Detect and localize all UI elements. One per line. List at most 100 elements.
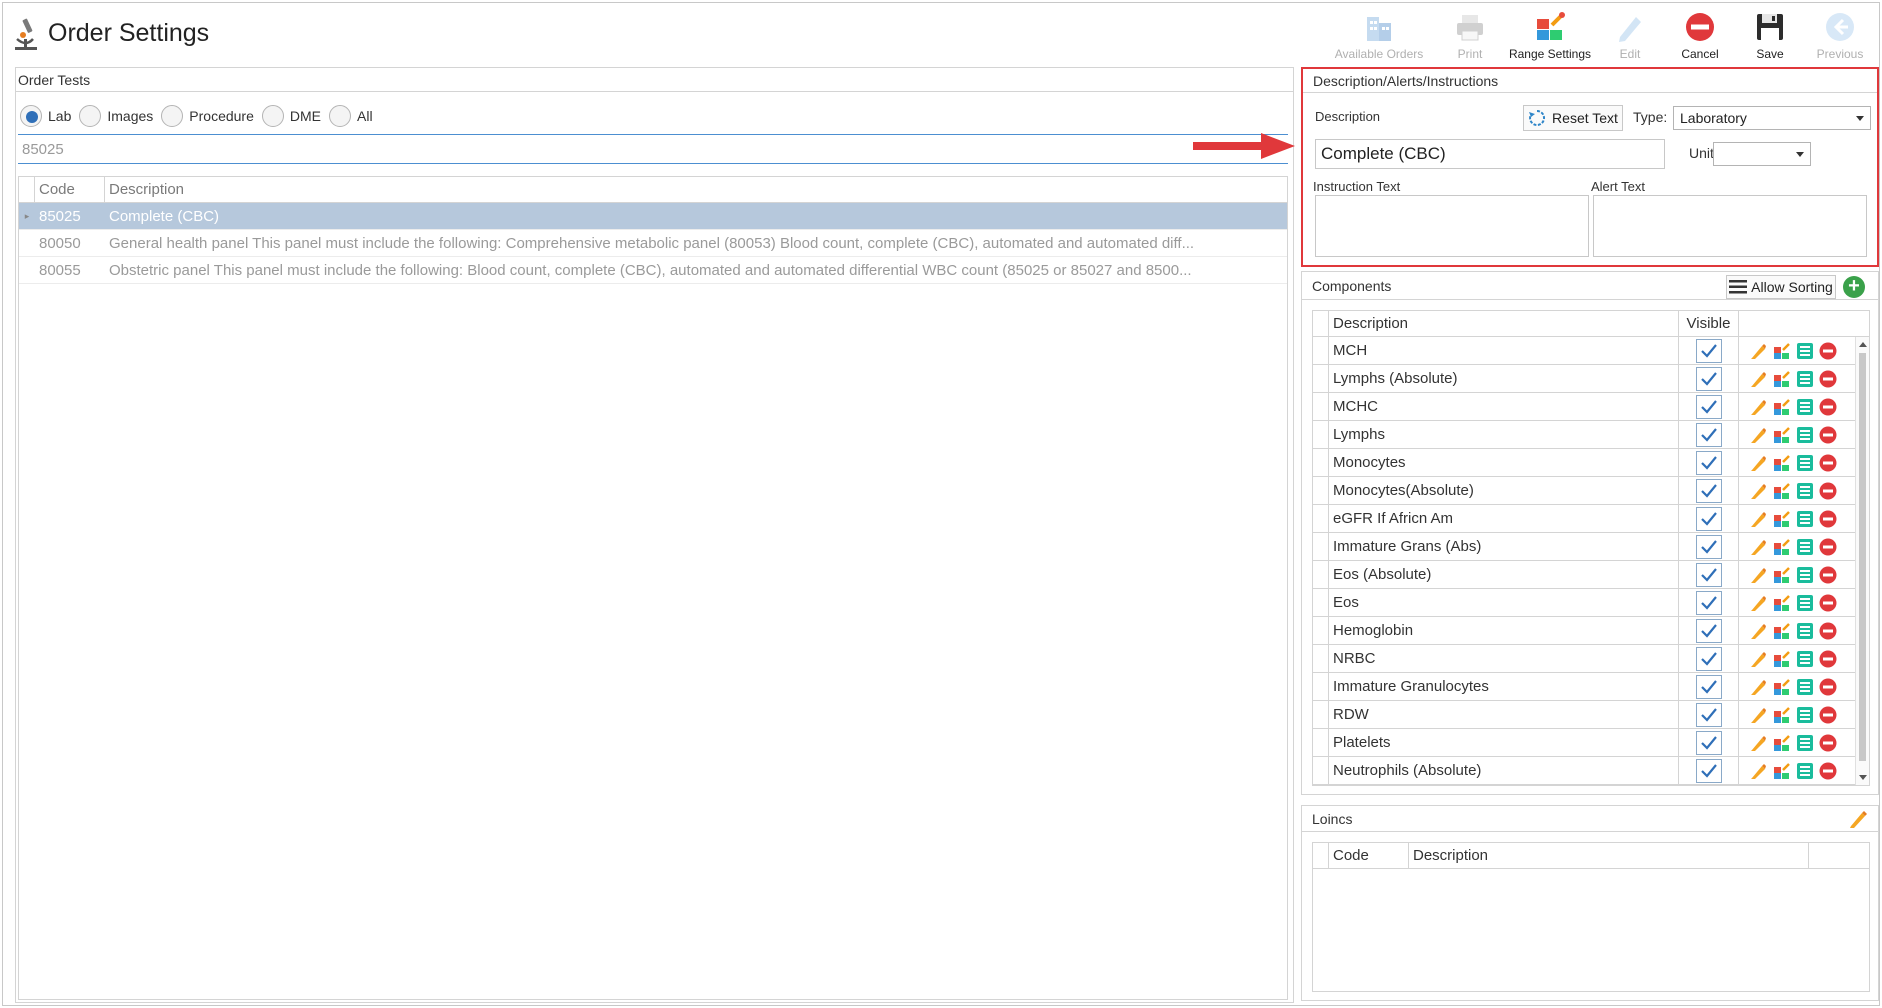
- checklist-icon[interactable]: [1795, 509, 1815, 529]
- edit-button[interactable]: Edit: [1595, 7, 1665, 63]
- checklist-icon[interactable]: [1795, 341, 1815, 361]
- visible-checkbox[interactable]: [1695, 506, 1722, 531]
- remove-icon[interactable]: [1818, 425, 1838, 445]
- radio-procedure[interactable]: Procedure: [161, 105, 254, 127]
- radio-dme[interactable]: DME: [261, 105, 321, 127]
- checklist-icon[interactable]: [1795, 761, 1815, 781]
- checklist-icon[interactable]: [1795, 537, 1815, 557]
- available-orders-button[interactable]: Available Orders: [1323, 7, 1435, 63]
- list-item[interactable]: NRBC: [1313, 645, 1869, 673]
- list-item[interactable]: Eos (Absolute): [1313, 561, 1869, 589]
- range-settings-icon[interactable]: [1772, 565, 1792, 585]
- list-item[interactable]: Neutrophils (Absolute): [1313, 757, 1869, 785]
- visible-checkbox[interactable]: [1695, 478, 1722, 503]
- description-input[interactable]: [1315, 139, 1665, 169]
- edit-pencil-icon[interactable]: [1749, 649, 1769, 669]
- checklist-icon[interactable]: [1795, 481, 1815, 501]
- edit-pencil-icon[interactable]: [1749, 425, 1769, 445]
- range-settings-icon[interactable]: [1772, 705, 1792, 725]
- vertical-scrollbar[interactable]: [1855, 337, 1869, 785]
- edit-pencil-icon[interactable]: [1749, 369, 1769, 389]
- range-settings-icon[interactable]: [1772, 621, 1792, 641]
- list-item[interactable]: Eos: [1313, 589, 1869, 617]
- remove-icon[interactable]: [1818, 537, 1838, 557]
- range-settings-icon[interactable]: [1772, 397, 1792, 417]
- range-settings-icon[interactable]: [1772, 593, 1792, 613]
- remove-icon[interactable]: [1818, 761, 1838, 781]
- add-component-button[interactable]: +: [1843, 276, 1865, 298]
- list-item[interactable]: Immature Granulocytes: [1313, 673, 1869, 701]
- remove-icon[interactable]: [1818, 369, 1838, 389]
- remove-icon[interactable]: [1818, 453, 1838, 473]
- checklist-icon[interactable]: [1795, 705, 1815, 725]
- range-settings-icon[interactable]: [1772, 509, 1792, 529]
- edit-pencil-icon[interactable]: [1749, 733, 1769, 753]
- visible-checkbox[interactable]: [1695, 590, 1722, 615]
- list-item[interactable]: MCH: [1313, 337, 1869, 365]
- radio-images[interactable]: Images: [79, 105, 153, 127]
- checklist-icon[interactable]: [1795, 649, 1815, 669]
- visible-checkbox[interactable]: [1695, 730, 1722, 755]
- remove-icon[interactable]: [1818, 397, 1838, 417]
- list-item[interactable]: Immature Grans (Abs): [1313, 533, 1869, 561]
- list-item[interactable]: MCHC: [1313, 393, 1869, 421]
- list-item[interactable]: Monocytes: [1313, 449, 1869, 477]
- radio-lab-circle[interactable]: [20, 105, 42, 127]
- column-header-code[interactable]: Code: [1329, 843, 1409, 868]
- type-select[interactable]: Laboratory: [1673, 106, 1871, 130]
- list-item[interactable]: Monocytes(Absolute): [1313, 477, 1869, 505]
- list-item[interactable]: Hemoglobin: [1313, 617, 1869, 645]
- checklist-icon[interactable]: [1795, 677, 1815, 697]
- visible-checkbox[interactable]: [1695, 422, 1722, 447]
- range-settings-icon[interactable]: [1772, 649, 1792, 669]
- radio-procedure-circle[interactable]: [161, 105, 184, 127]
- range-settings-icon[interactable]: [1772, 481, 1792, 501]
- reset-text-button[interactable]: Reset Text: [1523, 105, 1623, 131]
- edit-pencil-icon[interactable]: [1749, 453, 1769, 473]
- visible-checkbox[interactable]: [1695, 674, 1722, 699]
- table-row[interactable]: 80050 General health panel This panel mu…: [19, 230, 1287, 257]
- edit-pencil-icon[interactable]: [1749, 593, 1769, 613]
- save-button[interactable]: Save: [1735, 7, 1805, 63]
- table-row[interactable]: 80055 Obstetric panel This panel must in…: [19, 257, 1287, 284]
- edit-pencil-icon[interactable]: [1749, 677, 1769, 697]
- edit-pencil-icon[interactable]: [1749, 761, 1769, 781]
- remove-icon[interactable]: [1818, 481, 1838, 501]
- checklist-icon[interactable]: [1795, 369, 1815, 389]
- edit-pencil-icon[interactable]: [1749, 565, 1769, 585]
- edit-pencil-icon[interactable]: [1749, 537, 1769, 557]
- remove-icon[interactable]: [1818, 593, 1838, 613]
- search-input[interactable]: [18, 134, 1288, 164]
- visible-checkbox[interactable]: [1695, 338, 1722, 363]
- visible-checkbox[interactable]: [1695, 618, 1722, 643]
- edit-pencil-icon[interactable]: [1749, 705, 1769, 725]
- visible-checkbox[interactable]: [1695, 394, 1722, 419]
- list-item[interactable]: Platelets: [1313, 729, 1869, 757]
- radio-dme-circle[interactable]: [261, 105, 284, 127]
- scroll-up-icon[interactable]: [1859, 342, 1867, 347]
- allow-sorting-button[interactable]: Allow Sorting: [1726, 275, 1836, 299]
- range-settings-icon[interactable]: [1772, 453, 1792, 473]
- list-item[interactable]: Lymphs (Absolute): [1313, 365, 1869, 393]
- remove-icon[interactable]: [1818, 705, 1838, 725]
- visible-checkbox[interactable]: [1695, 562, 1722, 587]
- scroll-thumb[interactable]: [1859, 353, 1866, 761]
- checklist-icon[interactable]: [1795, 593, 1815, 613]
- print-button[interactable]: Print: [1435, 7, 1505, 63]
- range-settings-icon[interactable]: [1772, 425, 1792, 445]
- checklist-icon[interactable]: [1795, 733, 1815, 753]
- column-header-description[interactable]: Description: [1329, 311, 1679, 336]
- list-item[interactable]: eGFR If Africn Am: [1313, 505, 1869, 533]
- remove-icon[interactable]: [1818, 509, 1838, 529]
- visible-checkbox[interactable]: [1695, 646, 1722, 671]
- list-item[interactable]: Lymphs: [1313, 421, 1869, 449]
- table-row[interactable]: ▸ 85025 Complete (CBC): [19, 203, 1287, 230]
- edit-pencil-icon[interactable]: [1749, 341, 1769, 361]
- range-settings-icon[interactable]: [1772, 677, 1792, 697]
- remove-icon[interactable]: [1818, 565, 1838, 585]
- pencil-icon[interactable]: [1848, 809, 1868, 829]
- list-item[interactable]: RDW: [1313, 701, 1869, 729]
- column-header-visible[interactable]: Visible: [1679, 311, 1739, 336]
- range-settings-icon[interactable]: [1772, 341, 1792, 361]
- visible-checkbox[interactable]: [1695, 758, 1722, 783]
